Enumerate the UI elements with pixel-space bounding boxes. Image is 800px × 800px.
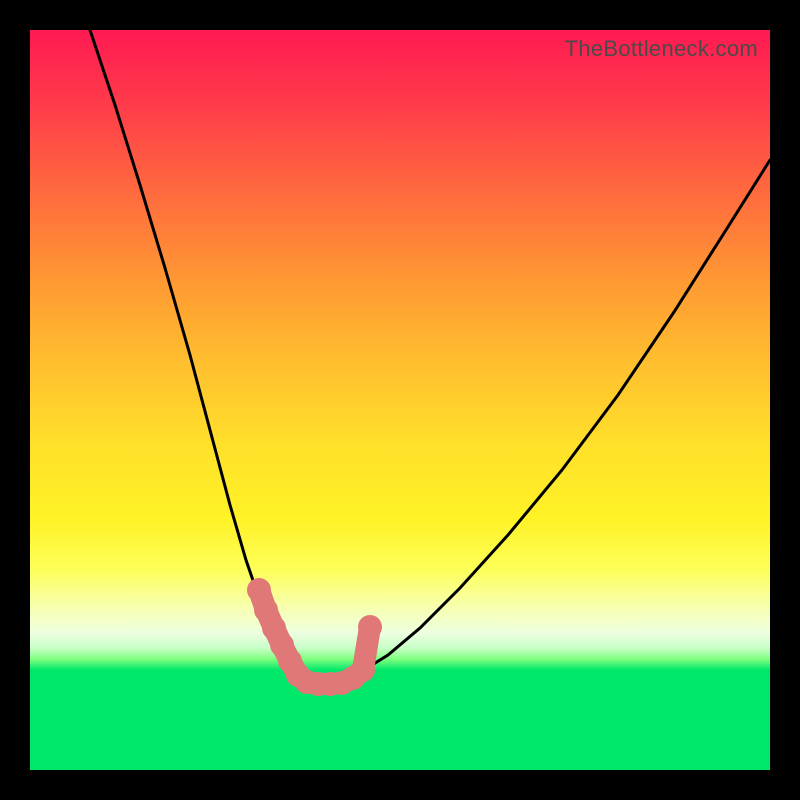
right-curve <box>314 160 770 680</box>
marker-dot <box>358 615 382 639</box>
plot-area: TheBottleneck.com <box>30 30 770 770</box>
curve-layer <box>30 30 770 770</box>
marker-dot <box>351 658 375 682</box>
left-curve <box>90 30 314 680</box>
chart-frame: TheBottleneck.com <box>0 0 800 800</box>
